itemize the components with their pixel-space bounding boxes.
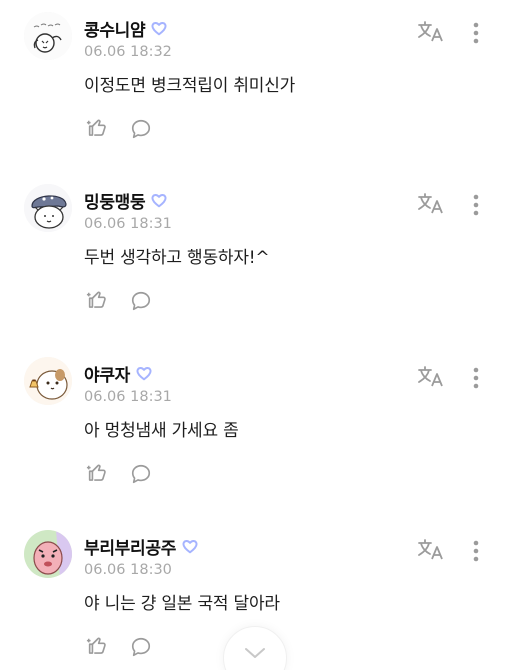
comment-item: 야쿠자 06.06 18:31 아 멍청냄새 가세요 좀 [0,345,512,517]
more-options-button[interactable] [464,363,488,393]
avatar[interactable] [24,184,72,232]
reply-bubble-icon [131,291,151,311]
puppy-with-pudding-avatar-icon [24,357,72,405]
reaction-add-button[interactable] [84,634,110,660]
reaction-add-icon [86,464,106,481]
reply-bubble-icon [131,464,151,484]
more-vertical-icon [473,22,479,44]
reaction-add-icon [86,119,106,136]
timestamp: 06.06 18:31 [84,216,172,232]
reply-button[interactable] [128,288,154,314]
comment-list: 콩수니얌 06.06 18:32 이정도면 병크적립이 취미신가 밍둥맹둥 06… [0,0,512,670]
name-row: 야쿠자 [84,361,153,386]
reply-bubble-icon [131,637,151,657]
comment-text: 아 멍청냄새 가세요 좀 [84,421,239,441]
comment-actions [84,288,154,314]
more-vertical-icon [473,540,479,562]
name-row: 밍둥맹둥 [84,188,168,213]
translate-icon [418,21,443,42]
reaction-add-icon [86,637,106,654]
heart-badge-icon [150,191,168,209]
avatar[interactable] [24,357,72,405]
comment-text: 야 니는 걍 일본 국적 달아라 [84,594,280,614]
username[interactable]: 부리부리공주 [84,534,176,559]
comment-actions [84,116,154,142]
heart-badge-icon [150,19,168,37]
more-vertical-icon [473,367,479,389]
comment-actions [84,634,154,660]
translate-icon [418,193,443,214]
cartoon-character-avatar-icon [24,530,72,578]
reply-bubble-icon [131,119,151,139]
hooded-cat-avatar-icon [24,184,72,232]
reaction-add-button[interactable] [84,288,110,314]
heart-badge-icon [181,537,199,555]
username[interactable]: 야쿠자 [84,361,130,386]
translate-button[interactable] [415,363,447,391]
comment-item: 콩수니얌 06.06 18:32 이정도면 병크적립이 취미신가 [0,0,512,172]
username[interactable]: 콩수니얌 [84,16,146,41]
comment-item: 밍둥맹둥 06.06 18:31 두번 생각하고 행동하자!^ [0,172,512,344]
reaction-add-button[interactable] [84,461,110,487]
avatar[interactable] [24,530,72,578]
more-options-button[interactable] [464,18,488,48]
name-row: 부리부리공주 [84,534,199,559]
reply-button[interactable] [128,634,154,660]
timestamp: 06.06 18:30 [84,562,172,578]
translate-button[interactable] [415,536,447,564]
comment-text: 두번 생각하고 행동하자!^ [84,248,270,268]
translate-button[interactable] [415,190,447,218]
comment-text: 이정도면 병크적립이 취미신가 [84,76,296,96]
heart-badge-icon [135,364,153,382]
reaction-add-icon [86,291,106,308]
more-options-button[interactable] [464,190,488,220]
translate-icon [418,539,443,560]
more-options-button[interactable] [464,536,488,566]
username[interactable]: 밍둥맹둥 [84,188,146,213]
translate-icon [418,366,443,387]
reply-button[interactable] [128,116,154,142]
chevron-down-icon [245,648,265,658]
more-vertical-icon [473,194,479,216]
reaction-add-button[interactable] [84,116,110,142]
comment-actions [84,461,154,487]
reply-button[interactable] [128,461,154,487]
name-row: 콩수니얌 [84,16,168,41]
timestamp: 06.06 18:31 [84,389,172,405]
avatar[interactable] [24,12,72,60]
translate-button[interactable] [415,18,447,46]
timestamp: 06.06 18:32 [84,44,172,60]
doodle-face-avatar-icon [24,12,72,60]
